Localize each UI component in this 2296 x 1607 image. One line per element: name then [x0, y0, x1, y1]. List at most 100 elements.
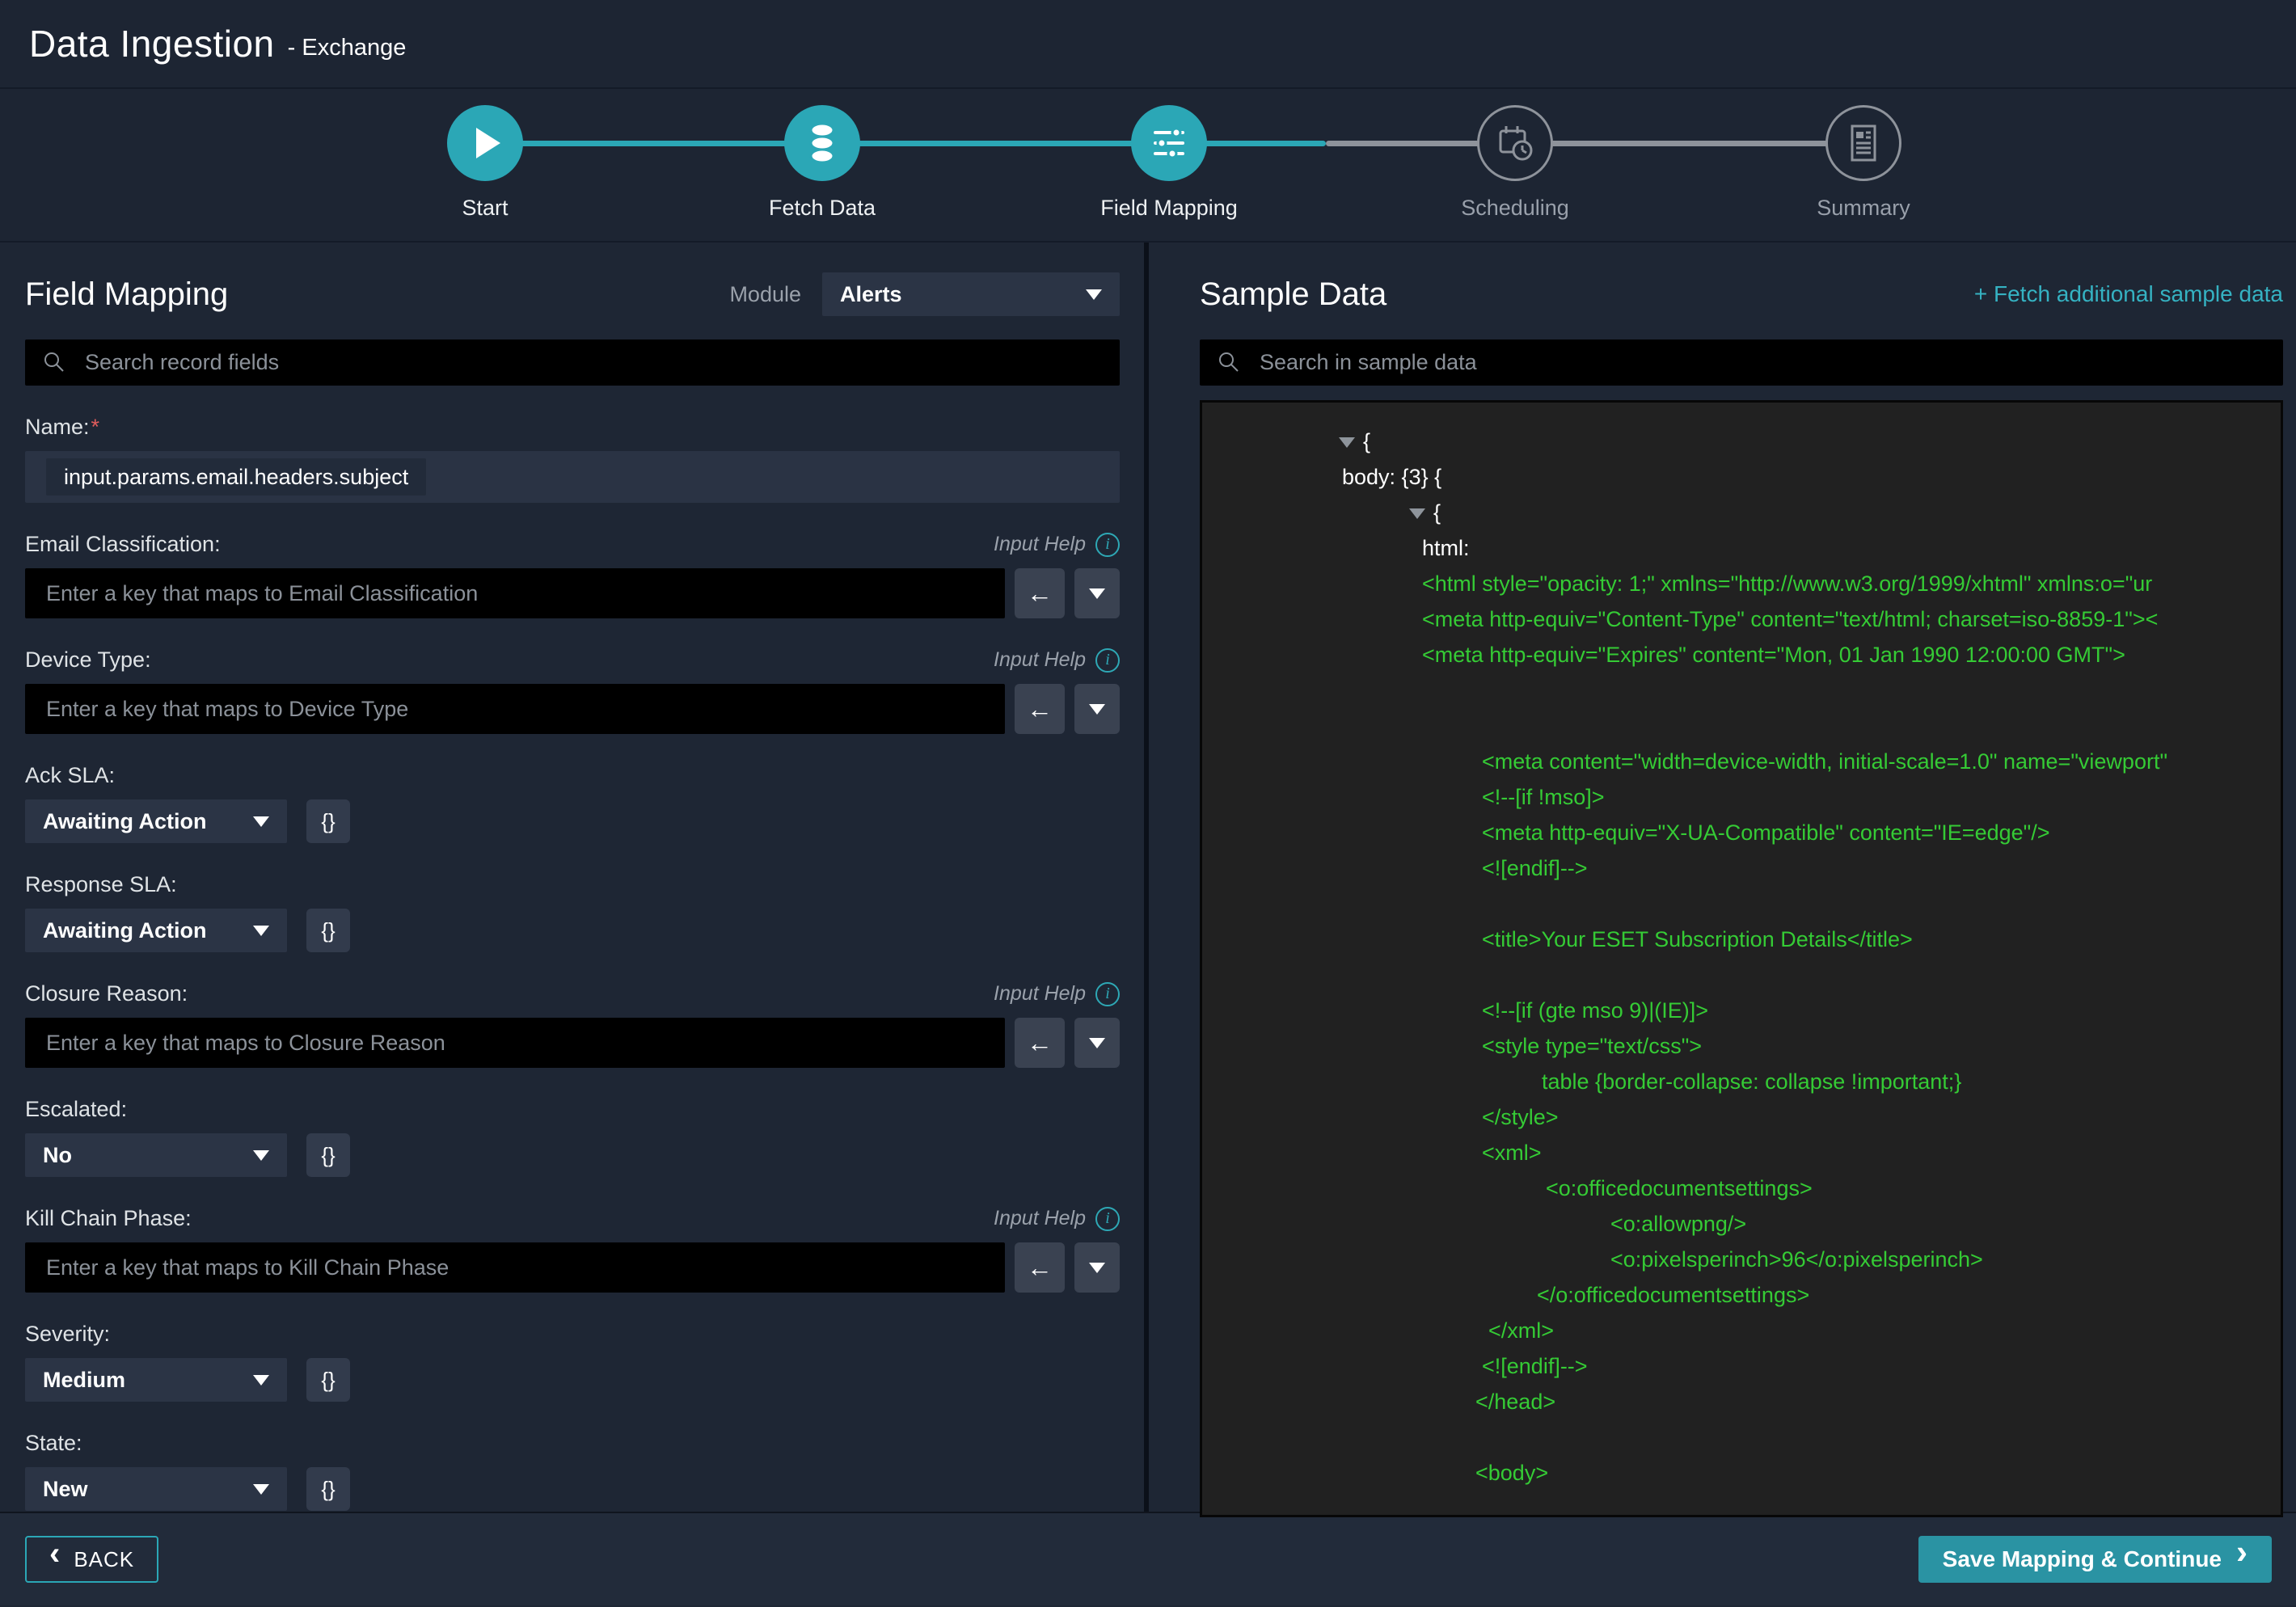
json-toggle-button[interactable]: {} [306, 1467, 350, 1511]
code-line: <meta http-equiv="Content-Type" content=… [1202, 601, 2158, 637]
severity-select[interactable]: Medium [25, 1358, 287, 1402]
map-field-arrow-button[interactable] [1015, 1242, 1065, 1293]
escalated-label: Escalated: [25, 1097, 127, 1121]
caret-down-icon [253, 1150, 269, 1161]
json-toggle-button[interactable]: {} [306, 909, 350, 952]
left-arrow-icon [1027, 694, 1053, 724]
code-line: <o:allowpng/> [1202, 1206, 1746, 1242]
fetch-additional-sample-data-link[interactable]: + Fetch additional sample data [1974, 281, 2283, 307]
chevron-left-icon [49, 1547, 61, 1572]
email-classification-input[interactable] [25, 568, 1005, 618]
input-help: Input Help i [994, 1207, 1120, 1231]
device-type-input[interactable] [25, 684, 1005, 734]
response-sla-label: Response SLA: [25, 872, 177, 896]
database-icon [805, 122, 839, 164]
input-help: Input Help i [994, 648, 1120, 673]
input-help-label: Input Help [994, 982, 1086, 1006]
caret-down-icon [1089, 1263, 1105, 1273]
map-field-arrow-button[interactable] [1015, 568, 1065, 618]
sample-data-panel: Sample Data + Fetch additional sample da… [1149, 243, 2296, 1512]
step-fetch-data[interactable]: Fetch Data [701, 89, 943, 221]
search-icon [1218, 351, 1240, 373]
json-tree-node: body: {3} { [1202, 459, 1441, 495]
caret-down-icon [253, 1484, 269, 1495]
tree-expander-icon[interactable] [1339, 437, 1355, 448]
kill-chain-phase-label: Kill Chain Phase: [25, 1206, 192, 1231]
json-toggle-button[interactable]: {} [306, 799, 350, 843]
module-label: Module [729, 282, 801, 307]
step-label: Field Mapping [1048, 196, 1290, 221]
step-label: Scheduling [1394, 196, 1636, 221]
sample-data-title: Sample Data [1200, 276, 1386, 313]
device-type-label: Device Type: [25, 647, 151, 673]
state-select[interactable]: New [25, 1467, 287, 1511]
save-mapping-continue-button[interactable]: Save Mapping & Continue [1918, 1536, 2272, 1583]
left-arrow-icon [1027, 1253, 1053, 1283]
json-toggle-button[interactable]: {} [306, 1133, 350, 1177]
map-field-dropdown-button[interactable] [1074, 1018, 1120, 1068]
code-line: <o:pixelsperinch>96</o:pixelsperinch> [1202, 1242, 1983, 1277]
response-sla-select[interactable]: Awaiting Action [25, 909, 287, 952]
info-icon[interactable]: i [1095, 982, 1120, 1006]
caret-down-icon [1089, 1038, 1105, 1048]
field-mapping-panel: Field Mapping Module Alerts Name:* [0, 243, 1144, 1512]
state-label: State: [25, 1431, 82, 1455]
step-start[interactable]: Start [364, 89, 606, 221]
closure-reason-input[interactable] [25, 1018, 1005, 1068]
json-tree-node: html: [1202, 530, 1470, 566]
code-line: <![endif]--> [1202, 1348, 1588, 1384]
caret-down-icon [1086, 289, 1102, 300]
caret-down-icon [1089, 588, 1105, 599]
record-fields-search-input[interactable] [25, 340, 1120, 386]
code-line: <body> [1202, 1455, 1548, 1491]
code-line: <!--[if !mso]> [1202, 779, 1605, 815]
code-line: <!--[if (gte mso 9)|(IE)]> [1202, 993, 1708, 1028]
severity-label: Severity: [25, 1322, 110, 1346]
info-icon[interactable]: i [1095, 1207, 1120, 1231]
map-field-arrow-button[interactable] [1015, 1018, 1065, 1068]
input-help-label: Input Help [994, 1207, 1086, 1230]
closure-reason-label: Closure Reason: [25, 981, 188, 1006]
data-ingestion-wizard: Data Ingestion - Exchange Start Fetch Da… [0, 0, 2296, 1607]
ack-sla-select[interactable]: Awaiting Action [25, 799, 287, 843]
code-line: <meta http-equiv="Expires" content="Mon,… [1202, 637, 2125, 673]
step-label: Start [364, 196, 606, 221]
info-icon[interactable]: i [1095, 648, 1120, 673]
name-field[interactable]: input.params.email.headers.subject [25, 451, 1120, 503]
step-summary[interactable]: Summary [1742, 89, 1985, 221]
code-line: </head> [1202, 1384, 1555, 1419]
map-field-dropdown-button[interactable] [1074, 684, 1120, 734]
sample-data-search-input[interactable] [1200, 340, 2283, 386]
page-title: Data Ingestion [29, 22, 275, 65]
json-toggle-button[interactable]: {} [306, 1358, 350, 1402]
code-line: <![endif]--> [1202, 850, 1588, 886]
back-button[interactable]: BACK [25, 1536, 158, 1583]
step-scheduling[interactable]: Scheduling [1394, 89, 1636, 221]
map-field-dropdown-button[interactable] [1074, 568, 1120, 618]
sliders-icon [1150, 127, 1188, 159]
email-classification-label: Email Classification: [25, 532, 221, 557]
step-field-mapping[interactable]: Field Mapping [1048, 89, 1290, 221]
step-label: Fetch Data [701, 196, 943, 221]
code-line: <o:officedocumentsettings> [1202, 1170, 1813, 1206]
code-line: table {border-collapse: collapse !import… [1202, 1064, 1961, 1099]
name-label: Name: [25, 415, 90, 439]
code-line: <meta http-equiv="X-UA-Compatible" conte… [1202, 815, 2050, 850]
sample-data-code[interactable]: {body: {3} {{html:<html style="opacity: … [1200, 400, 2283, 1517]
map-field-arrow-button[interactable] [1015, 684, 1065, 734]
input-help-label: Input Help [994, 648, 1086, 672]
kill-chain-phase-input[interactable] [25, 1242, 1005, 1293]
input-help: Input Help i [994, 533, 1120, 557]
name-value-chip[interactable]: input.params.email.headers.subject [46, 458, 426, 496]
wizard-stepper: Start Fetch Data [0, 89, 2296, 243]
caret-down-icon [253, 1375, 269, 1386]
tree-expander-icon[interactable] [1409, 508, 1425, 519]
map-field-dropdown-button[interactable] [1074, 1242, 1120, 1293]
wizard-footer: BACK Save Mapping & Continue [0, 1512, 2296, 1605]
chevron-right-icon [2236, 1546, 2247, 1572]
module-select[interactable]: Alerts [822, 272, 1120, 316]
search-icon [43, 351, 65, 373]
escalated-select[interactable]: No [25, 1133, 287, 1177]
step-label: Summary [1742, 196, 1985, 221]
info-icon[interactable]: i [1095, 533, 1120, 557]
